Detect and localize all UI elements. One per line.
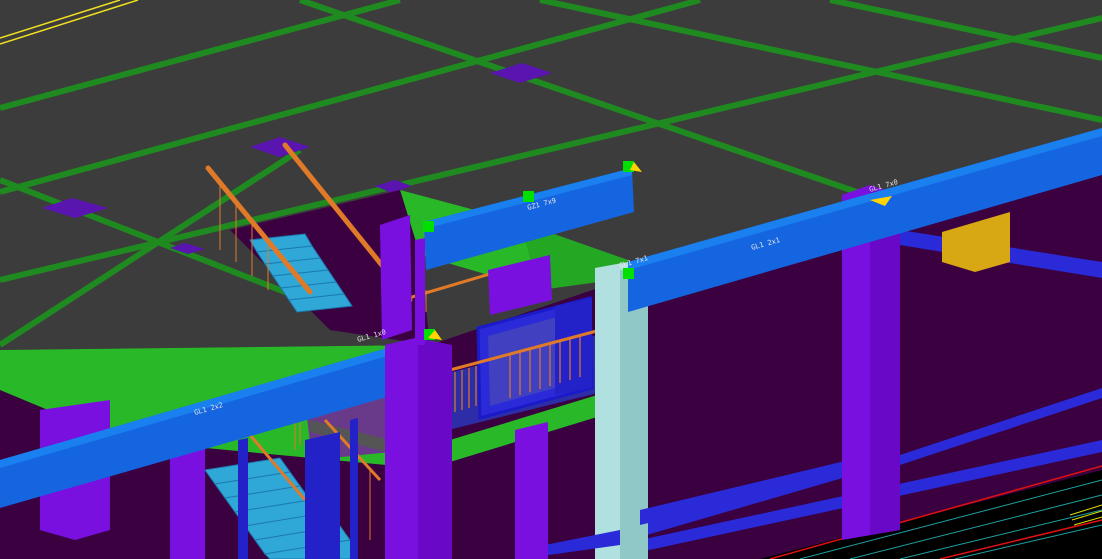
column-left-2 [170,445,205,559]
column-front-corner-side [418,340,452,559]
column-center-back [380,215,412,340]
column-upper-center [415,238,425,345]
grip-handle[interactable] [523,191,534,202]
3d-model-viewport[interactable]: GZ1 7x9 GL1 2x1 GL1 7x1 GL1 7x0 GL1 1x0 … [0,0,1102,559]
column-mid-1 [515,422,548,559]
grip-handle[interactable] [623,268,634,279]
column-left-post [238,438,248,559]
grip-handle[interactable] [423,221,434,232]
column-left-3 [305,432,340,559]
column-left-post-2 [350,418,358,559]
